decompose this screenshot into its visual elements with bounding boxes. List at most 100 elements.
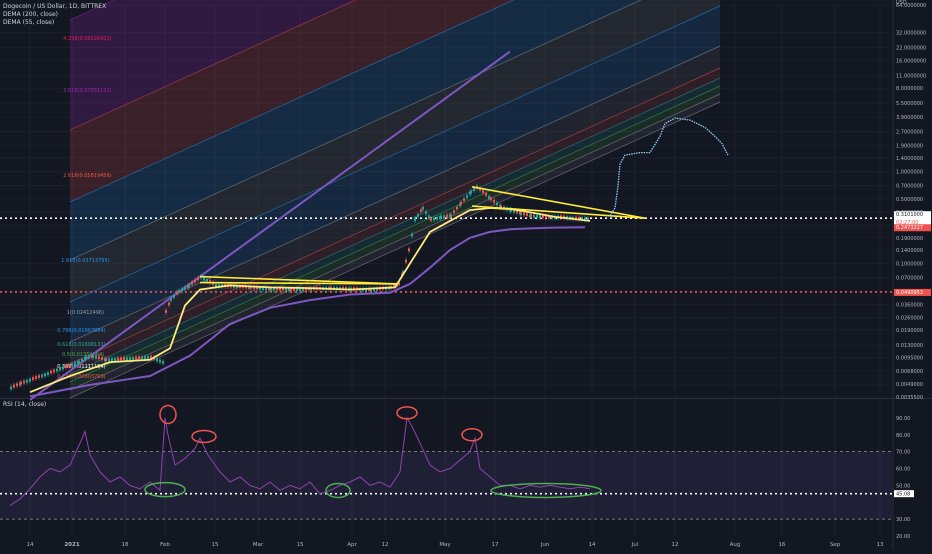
candle-42 (126, 357, 128, 361)
price-tick-8: 2.7000000 (896, 130, 923, 136)
x-tick-1: 2021 (64, 542, 79, 548)
rsi-label[interactable]: RSI (14, close) (3, 401, 46, 409)
candle-15 (53, 369, 55, 373)
candle-39 (117, 357, 119, 361)
candle-170 (485, 192, 487, 196)
candle-6 (26, 379, 28, 383)
indicator-dema-55[interactable]: DEMA (55, close) (3, 19, 54, 27)
price-tick-17: 0.1400000 (896, 248, 923, 254)
rsi-tick-1: 80.00 (896, 433, 910, 439)
candle-190 (536, 215, 538, 218)
candle-147 (425, 211, 427, 214)
x-tick-6: 15 (297, 542, 304, 548)
candle-171 (488, 196, 490, 199)
price-tick-13: 0.5000000 (896, 197, 923, 203)
candle-32 (98, 356, 100, 360)
candle-153 (440, 215, 442, 219)
candle-56 (168, 302, 170, 306)
candle-169 (482, 190, 484, 194)
x-tick-14: 12 (672, 542, 679, 548)
candle-49 (147, 356, 149, 360)
fib-label-text-3: 1.618(0.03713795) (61, 258, 109, 264)
candle-25 (81, 358, 83, 362)
price-tick-9: 1.9000000 (896, 144, 923, 150)
candle-35 (105, 358, 107, 362)
x-tick-16: 16 (779, 542, 786, 548)
candle-47 (141, 356, 143, 360)
candle-172 (490, 197, 492, 201)
x-tick-5: Mar (253, 542, 264, 548)
price-tick-6: 5.5000000 (896, 101, 923, 107)
price-tick-19: 0.0700000 (896, 276, 923, 282)
candle-140 (405, 259, 407, 263)
candle-18 (62, 366, 64, 370)
candle-59 (176, 291, 178, 295)
price-tick-26: 0.0068000 (896, 369, 923, 375)
candle-2 (16, 383, 18, 387)
candle-154 (443, 215, 445, 219)
candle-98 (288, 288, 290, 292)
candle-143 (414, 218, 416, 222)
candle-7 (29, 378, 31, 382)
candle-165 (470, 190, 472, 194)
rsi-band (0, 451, 892, 520)
chart-stage[interactable]: 4.236(0.09226421) 3.618(0.07931121) 2.618(… (0, 0, 932, 550)
x-tick-2: 18 (122, 542, 129, 548)
candle-70 (206, 278, 208, 282)
rsi-tick-2: 70.00 (896, 450, 910, 456)
price-tick-18: 0.1000000 (896, 261, 923, 267)
price-badge-0: 0.310100002:27:00 (894, 211, 931, 226)
price-tick-21: 0.0360000 (896, 302, 923, 308)
candle-11 (41, 374, 43, 378)
price-tick-25: 0.0095000 (896, 356, 923, 362)
price-tick-0: 64.0000000 (896, 3, 926, 9)
candle-9 (35, 376, 37, 379)
price-badge-value-2: 0.0490953 (896, 290, 923, 296)
candle-66 (194, 279, 196, 283)
candle-65 (191, 282, 193, 285)
candle-14 (50, 370, 52, 374)
x-tick-9: May (439, 542, 451, 548)
price-tick-5: 8.0000000 (896, 86, 923, 92)
candle-185 (523, 212, 525, 216)
candle-58 (173, 294, 175, 298)
x-tick-11: Jun (540, 542, 550, 548)
candle-97 (285, 288, 287, 292)
x-tick-7: Apr (347, 542, 357, 548)
candle-141 (408, 248, 410, 252)
candle-38 (114, 358, 116, 361)
candle-151 (436, 216, 438, 220)
price-chart-svg[interactable]: 4.236(0.09226421) 3.618(0.07931121) 2.618(… (0, 0, 932, 550)
indicator-dema-200[interactable]: DEMA (200, close) (3, 11, 58, 19)
candle-54 (162, 360, 164, 364)
fib-label-text-7: 0.5(0.01359664) (62, 352, 104, 358)
fib-label-text-0: 4.236(0.09226421) (63, 36, 111, 42)
candle-189 (533, 214, 535, 218)
candle-19 (65, 365, 67, 368)
candle-46 (138, 356, 140, 360)
candle-159 (456, 206, 458, 210)
rsi-tick-3: 60.00 (896, 467, 910, 473)
x-tick-18: 13 (877, 542, 884, 548)
candle-30 (92, 355, 94, 359)
chart-title: Dogecoin / US Dollar, 1D, BITTREX (3, 3, 107, 10)
candle-57 (170, 297, 172, 301)
candle-40 (120, 357, 122, 361)
price-tick-10: 1.4000000 (896, 156, 923, 162)
x-tick-12: 14 (589, 542, 596, 548)
candle-37 (111, 358, 113, 362)
rsi-tick-6: 30.00 (896, 517, 910, 523)
candle-41 (123, 357, 125, 360)
candle-173 (493, 199, 495, 203)
price-tick-23: 0.0190000 (896, 328, 923, 334)
x-tick-0: 14 (27, 542, 34, 548)
candle-161 (460, 201, 462, 205)
price-tick-4: 11.0000000 (896, 73, 926, 79)
candle-0 (10, 386, 12, 390)
candle-155 (446, 214, 448, 218)
candle-145 (420, 209, 422, 213)
price-badge-value-1: 0.2473227 (896, 225, 923, 231)
candle-60 (178, 290, 180, 293)
candle-20 (68, 363, 70, 367)
candle-45 (135, 356, 137, 360)
